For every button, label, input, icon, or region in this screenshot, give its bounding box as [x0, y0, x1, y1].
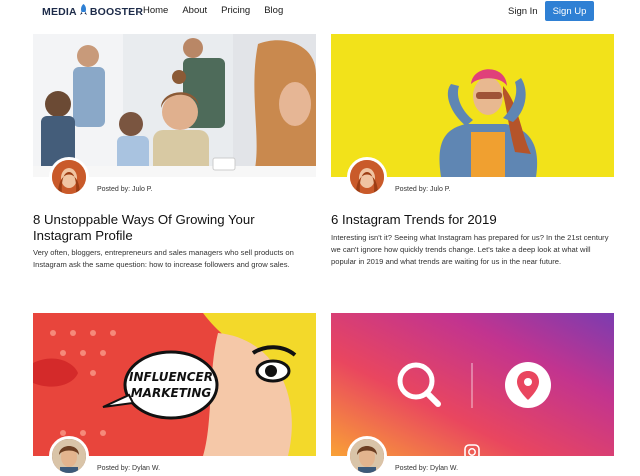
nav-link-home[interactable]: Home — [143, 5, 168, 16]
post-excerpt: Very often, bloggers, entrepreneurs and … — [33, 248, 294, 269]
post-title[interactable]: 8 Unstoppable Ways Of Growing Your Insta… — [33, 212, 303, 244]
post-card[interactable]: Posted by: Dylan W. — [331, 313, 614, 476]
bubble-text-line1: INFLUENCER — [129, 370, 213, 384]
post-image-yellow-woman[interactable] — [331, 34, 614, 177]
post-author: Posted by: Julo P. — [97, 186, 153, 193]
rocket-icon — [79, 4, 88, 19]
post-excerpt: Interesting isn't it? Seeing what Instag… — [331, 233, 609, 266]
post-author: Posted by: Julo P. — [395, 186, 451, 193]
logo-text-booster: BOOSTER — [89, 5, 144, 18]
post-image-influencer-marketing[interactable]: INFLUENCER MARKETING — [33, 313, 316, 456]
post-title[interactable]: 6 Instagram Trends for 2019 — [331, 212, 614, 228]
author-avatar[interactable] — [49, 157, 89, 197]
author-avatar[interactable] — [49, 436, 89, 476]
nav-link-about[interactable]: About — [182, 5, 207, 16]
post-card[interactable]: Posted by: Julo P. 8 Unstoppable Ways Of… — [33, 34, 316, 294]
post-card[interactable]: INFLUENCER MARKETING Posted by: Dylan W. — [33, 313, 316, 476]
post-card[interactable]: Posted by: Julo P. 6 Instagram Trends fo… — [331, 34, 614, 294]
author-avatar[interactable] — [347, 157, 387, 197]
author-avatar[interactable] — [347, 436, 387, 476]
main-menu: Home About Pricing Blog — [143, 5, 297, 16]
logo[interactable]: MEDIA BOOSTER — [42, 4, 143, 19]
post-image-team[interactable] — [33, 34, 316, 177]
sign-up-button[interactable]: Sign Up — [545, 1, 594, 21]
nav-link-pricing[interactable]: Pricing — [221, 5, 250, 16]
nav-link-blog[interactable]: Blog — [264, 5, 283, 16]
top-nav: MEDIA BOOSTER Home About Pricing Blog Si… — [0, 0, 640, 24]
logo-text-media: MEDIA — [42, 5, 77, 18]
bubble-text-line2: MARKETING — [131, 386, 212, 400]
post-image-instagram-gradient[interactable] — [331, 313, 614, 456]
location-pin-icon — [505, 362, 551, 408]
sign-in-link[interactable]: Sign In — [508, 6, 538, 17]
